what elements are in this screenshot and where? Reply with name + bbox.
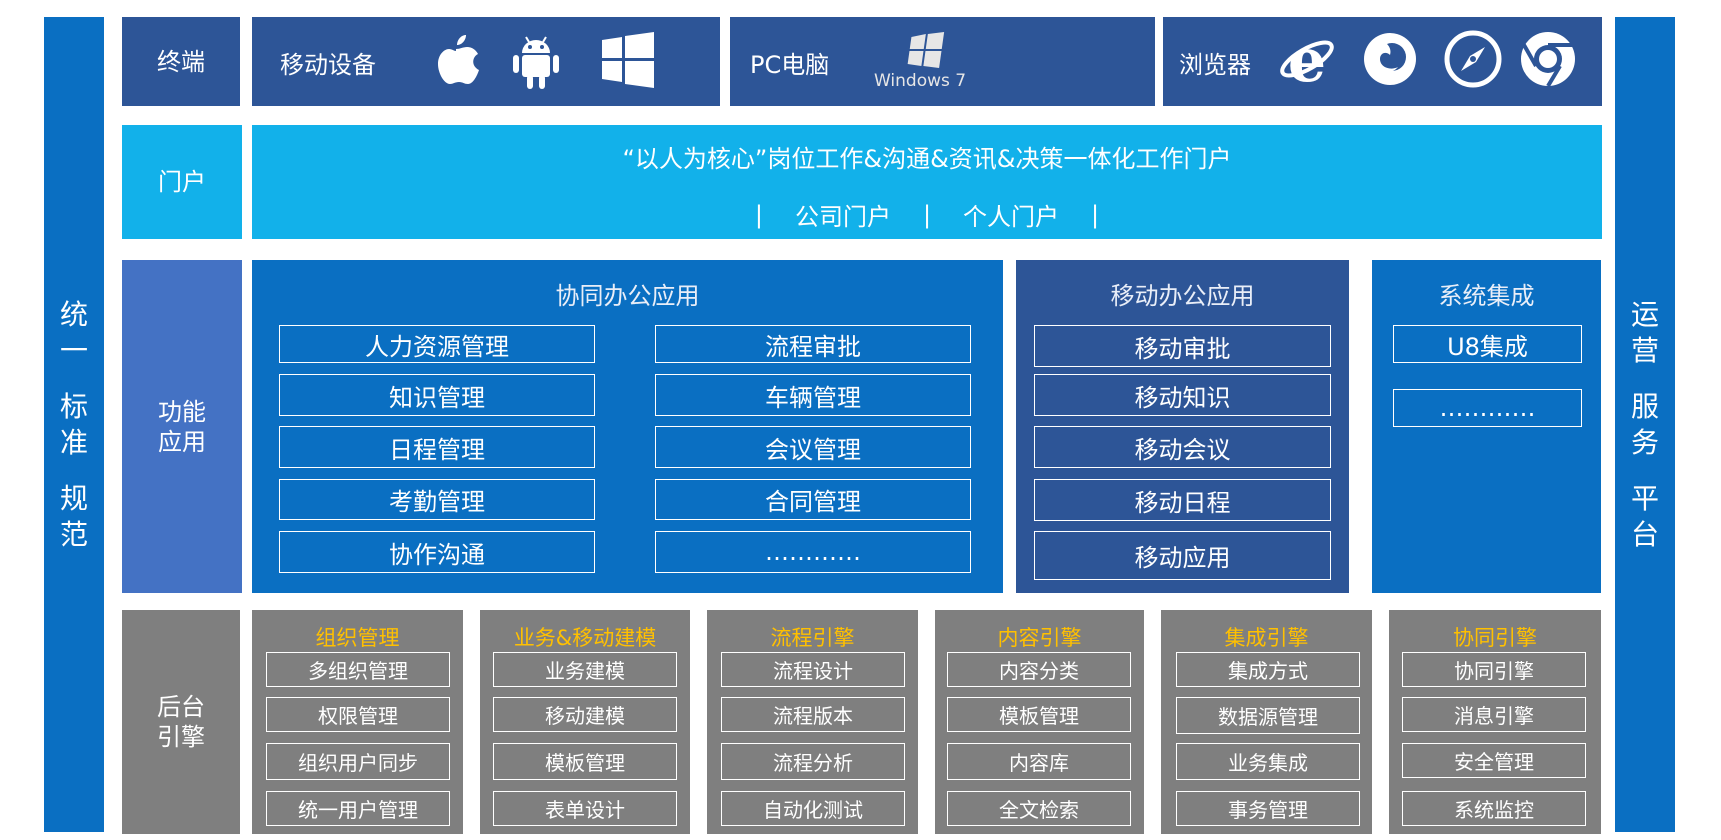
portal-sep-1: | [754, 200, 763, 229]
collab-apps-title: 协同办公应用 [555, 282, 700, 310]
windows-icon [602, 32, 654, 88]
collab-engine-button[interactable]: 协同引擎 [1402, 652, 1586, 687]
portal-sep-2: | [922, 200, 932, 229]
datasource-management-button[interactable]: 数据源管理 [1176, 697, 1360, 734]
collaboration-button[interactable]: 协作沟通 [279, 531, 595, 573]
mobile-knowledge-button[interactable]: 移动知识 [1034, 374, 1331, 416]
integration-engine-panel: 集成引擎 集成方式 数据源管理 业务集成 事务管理 [1161, 610, 1372, 834]
system-integration-title: 系统集成 [1438, 282, 1535, 310]
browser-panel: 浏览器 e [1163, 17, 1602, 106]
backend-label-text: 后台引擎 [157, 693, 205, 751]
portal-headline: “以人为核心”岗位工作&沟通&资讯&决策一体化工作门户 [622, 145, 1232, 173]
mobile-app-button[interactable]: 移动应用 [1034, 531, 1331, 580]
backend-label: 后台引擎 [122, 610, 240, 834]
collab-engine-panel: 协同引擎 协同引擎 消息引擎 安全管理 系统监控 [1389, 610, 1601, 834]
u8-integration-button[interactable]: U8集成 [1393, 325, 1582, 363]
personal-portal-link[interactable]: 个人门户 [963, 197, 1059, 232]
workflow-engine-title: 流程引擎 [770, 626, 855, 650]
content-category-button[interactable]: 内容分类 [947, 652, 1131, 687]
left-bar-text-1: 统一 [59, 297, 88, 367]
portal-links: | 公司门户 | 个人门户 | [252, 197, 1602, 232]
vehicle-management-button[interactable]: 车辆管理 [655, 374, 971, 416]
business-model-button[interactable]: 业务建模 [493, 652, 677, 687]
org-management-panel: 组织管理 多组织管理 权限管理 组织用户同步 统一用户管理 [252, 610, 463, 834]
system-monitor-button[interactable]: 系统监控 [1402, 791, 1586, 826]
business-modeling-title: 业务&移动建模 [513, 626, 657, 650]
firefox-icon [1364, 33, 1416, 85]
integration-more-button[interactable]: ………… [1393, 389, 1582, 427]
right-bar-text-1: 运营 [1630, 297, 1659, 367]
security-management-button[interactable]: 安全管理 [1402, 743, 1586, 778]
workflow-approval-button[interactable]: 流程审批 [655, 325, 971, 363]
fulltext-search-button[interactable]: 全文检索 [947, 791, 1131, 826]
safari-icon [1444, 30, 1502, 88]
org-user-sync-button[interactable]: 组织用户同步 [266, 743, 450, 780]
template-management-button[interactable]: 模板管理 [493, 743, 677, 780]
mobile-meeting-button[interactable]: 移动会议 [1034, 426, 1331, 468]
auto-test-button[interactable]: 自动化测试 [721, 791, 905, 826]
message-engine-button[interactable]: 消息引擎 [1402, 697, 1586, 732]
org-management-title: 组织管理 [315, 626, 400, 650]
terminal-label: 终端 [122, 17, 240, 106]
hr-management-button[interactable]: 人力资源管理 [279, 325, 595, 363]
transaction-management-button[interactable]: 事务管理 [1176, 791, 1360, 826]
chrome-icon [1521, 32, 1575, 88]
unified-user-button[interactable]: 统一用户管理 [266, 791, 450, 826]
knowledge-management-button[interactable]: 知识管理 [279, 374, 595, 416]
content-library-button[interactable]: 内容库 [947, 743, 1131, 780]
form-design-button[interactable]: 表单设计 [493, 791, 677, 826]
collab-engine-title: 协同引擎 [1453, 626, 1537, 650]
mobile-apps-panel: 移动办公应用 移动审批 移动知识 移动会议 移动日程 移动应用 [1016, 260, 1349, 593]
attendance-management-button[interactable]: 考勤管理 [279, 479, 595, 520]
ie-icon: e [1280, 31, 1334, 89]
collab-more-button[interactable]: ………… [655, 531, 971, 573]
portal-label: 门户 [122, 125, 242, 239]
business-integration-button[interactable]: 业务集成 [1176, 743, 1360, 780]
meeting-management-button[interactable]: 会议管理 [655, 426, 971, 468]
schedule-management-button[interactable]: 日程管理 [279, 426, 595, 468]
windows7-logo-text: Windows 7 [874, 71, 967, 91]
left-bar-text-2: 标准 [59, 389, 88, 459]
apple-icon [438, 35, 479, 84]
company-portal-link[interactable]: 公司门户 [795, 197, 891, 232]
android-icon [513, 36, 559, 89]
function-label-text: 功能应用 [158, 397, 206, 456]
content-engine-title: 内容引擎 [997, 626, 1082, 650]
browser-label: 浏览器 [1179, 51, 1251, 79]
integration-engine-title: 集成引擎 [1224, 626, 1309, 650]
content-template-button[interactable]: 模板管理 [947, 697, 1131, 732]
portal-panel: “以人为核心”岗位工作&沟通&资讯&决策一体化工作门户 | 公司门户 | 个人门… [252, 125, 1602, 239]
content-engine-panel: 内容引擎 内容分类 模板管理 内容库 全文检索 [935, 610, 1144, 834]
mobile-apps-title: 移动办公应用 [1110, 282, 1255, 310]
pc-panel: PC电脑 Windows 7 [730, 17, 1155, 106]
mobile-device-label: 移动设备 [280, 51, 376, 79]
portal-sep-3: | [1091, 200, 1100, 229]
function-label: 功能应用 [122, 260, 242, 593]
mobile-device-panel: 移动设备 [252, 17, 720, 106]
contract-management-button[interactable]: 合同管理 [655, 479, 971, 520]
integration-method-button[interactable]: 集成方式 [1176, 652, 1360, 687]
business-modeling-panel: 业务&移动建模 业务建模 移动建模 模板管理 表单设计 [480, 610, 690, 834]
right-bar-text-2: 服务 [1630, 389, 1659, 459]
pc-label: PC电脑 [750, 51, 830, 79]
collab-apps-panel: 协同办公应用 人力资源管理 知识管理 日程管理 考勤管理 协作沟通 流程审批 车… [252, 260, 1003, 593]
workflow-version-button[interactable]: 流程版本 [721, 697, 905, 732]
workflow-analysis-button[interactable]: 流程分析 [721, 743, 905, 780]
workflow-engine-panel: 流程引擎 流程设计 流程版本 流程分析 自动化测试 [707, 610, 918, 834]
mobile-schedule-button[interactable]: 移动日程 [1034, 479, 1331, 521]
multi-org-button[interactable]: 多组织管理 [266, 652, 450, 687]
right-bar-text-3: 平台 [1630, 481, 1659, 551]
permission-button[interactable]: 权限管理 [266, 697, 450, 732]
mobile-model-button[interactable]: 移动建模 [493, 697, 677, 732]
mobile-approval-button[interactable]: 移动审批 [1034, 325, 1331, 367]
workflow-design-button[interactable]: 流程设计 [721, 652, 905, 687]
system-integration-panel: 系统集成 U8集成 ………… [1372, 260, 1601, 593]
left-bar: 统一 标准 规范 [44, 17, 104, 832]
right-bar: 运营 服务 平台 [1615, 17, 1675, 832]
left-bar-text-3: 规范 [59, 481, 88, 551]
